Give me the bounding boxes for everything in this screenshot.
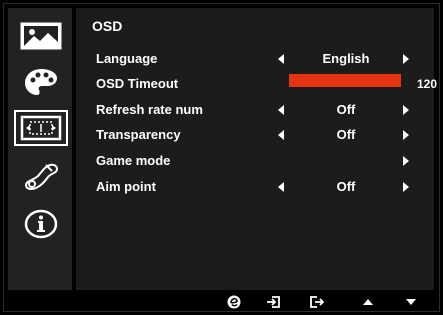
display-setting-icon bbox=[20, 115, 62, 141]
aim-point-label: Aim point bbox=[96, 179, 156, 194]
arrow-right-icon[interactable] bbox=[403, 156, 409, 166]
enter-icon[interactable] bbox=[265, 294, 281, 310]
menu-row-game-mode[interactable]: Game mode bbox=[76, 148, 434, 174]
osd-window: OSD Language English OSD Timeout 120 Ref… bbox=[3, 3, 440, 312]
language-value: English bbox=[322, 51, 370, 66]
game-mode-label: Game mode bbox=[96, 153, 171, 168]
menu-row-transparency[interactable]: Transparency Off bbox=[76, 122, 434, 148]
arrow-right-icon[interactable] bbox=[403, 54, 409, 64]
info-icon bbox=[24, 209, 58, 239]
arrow-left-icon[interactable] bbox=[278, 182, 284, 192]
wrench-settings-icon bbox=[24, 163, 59, 190]
osd-timeout-value: 120 bbox=[417, 77, 438, 91]
arrow-right-icon[interactable] bbox=[403, 130, 409, 140]
sidebar bbox=[8, 8, 72, 290]
arrow-left-icon[interactable] bbox=[278, 130, 284, 140]
osd-timeout-slider[interactable] bbox=[289, 74, 401, 87]
sidebar-item-settings[interactable] bbox=[14, 158, 68, 194]
acer-e-icon[interactable] bbox=[226, 294, 242, 310]
picture-icon bbox=[20, 22, 62, 50]
arrow-right-icon[interactable] bbox=[403, 182, 409, 192]
menu-row-aim-point[interactable]: Aim point Off bbox=[76, 174, 434, 200]
transparency-label: Transparency bbox=[96, 127, 181, 142]
osd-timeout-label: OSD Timeout bbox=[96, 76, 179, 91]
menu-row-osd-timeout[interactable]: OSD Timeout 120 bbox=[76, 71, 438, 97]
language-label: Language bbox=[96, 51, 158, 66]
sidebar-item-picture[interactable] bbox=[14, 18, 68, 54]
refresh-rate-num-label: Refresh rate num bbox=[96, 102, 203, 117]
down-arrow-icon[interactable] bbox=[403, 294, 419, 310]
menu-panel: OSD Language English OSD Timeout 120 Ref… bbox=[76, 8, 438, 290]
sidebar-item-info[interactable] bbox=[14, 206, 68, 242]
up-arrow-icon[interactable] bbox=[360, 294, 376, 310]
menu-row-language[interactable]: Language English bbox=[76, 46, 434, 72]
refresh-rate-num-value: Off bbox=[336, 102, 356, 117]
aim-point-value: Off bbox=[336, 179, 356, 194]
slider-fill bbox=[289, 74, 401, 87]
arrow-left-icon[interactable] bbox=[278, 54, 284, 64]
menu-title: OSD bbox=[92, 18, 123, 34]
transparency-value: Off bbox=[336, 127, 356, 142]
sidebar-item-display[interactable] bbox=[14, 110, 68, 146]
exit-icon[interactable] bbox=[309, 294, 325, 310]
sidebar-item-color[interactable] bbox=[14, 64, 68, 100]
menu-row-refresh-rate-num[interactable]: Refresh rate num Off bbox=[76, 97, 434, 123]
arrow-left-icon[interactable] bbox=[278, 105, 284, 115]
bottom-button-bar bbox=[8, 292, 436, 312]
color-palette-icon bbox=[25, 69, 57, 95]
arrow-right-icon[interactable] bbox=[403, 105, 409, 115]
